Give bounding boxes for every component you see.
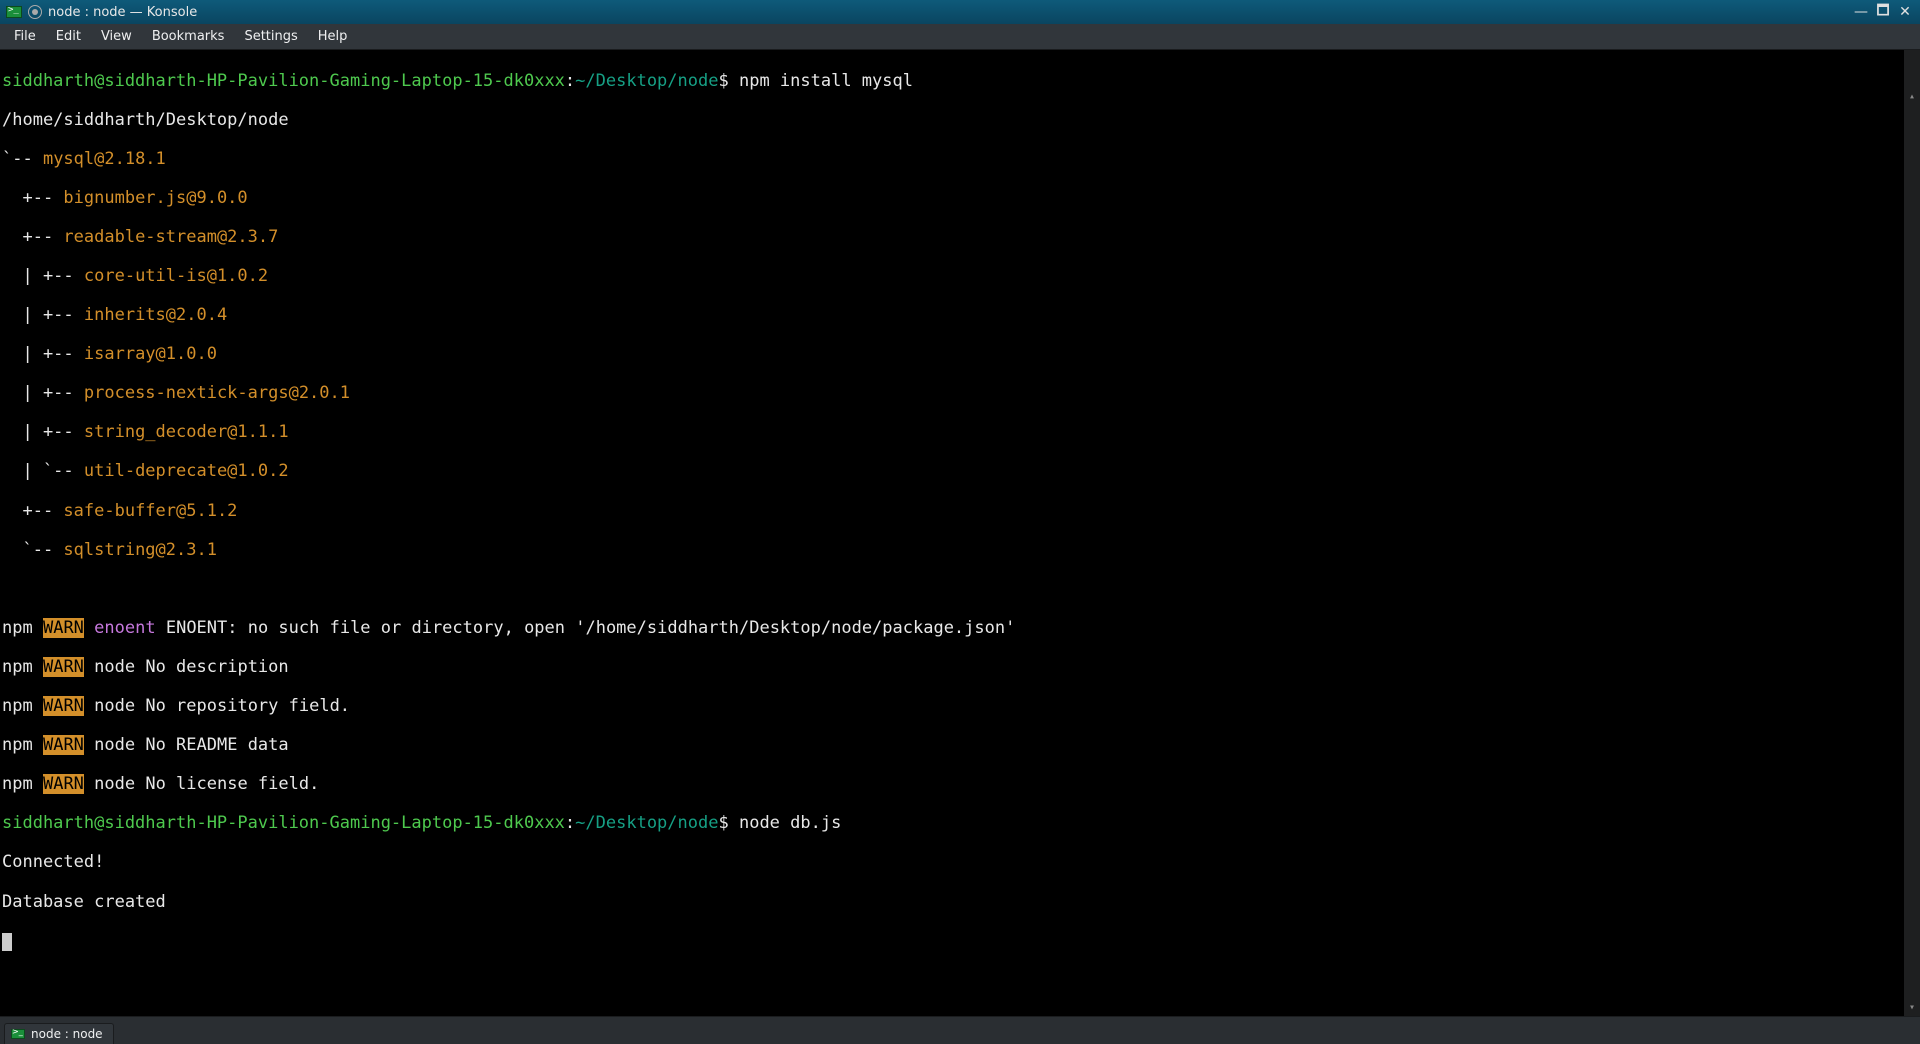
warn-line: npm WARN node No description (2, 658, 1916, 678)
menu-view[interactable]: View (91, 25, 142, 48)
terminal-line: siddharth@siddharth-HP-Pavilion-Gaming-L… (2, 72, 1916, 92)
prompt-symbol: $ (718, 71, 728, 91)
window-title: node : node — Konsole (48, 5, 197, 20)
prompt-user-host: siddharth@siddharth-HP-Pavilion-Gaming-L… (2, 71, 565, 91)
command-text: npm install mysql (739, 71, 913, 91)
warn-badge: WARN (43, 774, 84, 794)
tree-line: +-- bignumber.js@9.0.0 (2, 189, 1916, 209)
prompt-path: ~/Desktop/node (575, 71, 718, 91)
tree-line: | +-- string_decoder@1.1.1 (2, 423, 1916, 443)
menu-edit[interactable]: Edit (46, 25, 91, 48)
command-text: node db.js (739, 813, 841, 833)
window-titlebar: node : node — Konsole — 🗖 ✕ (0, 0, 1920, 24)
tab-label: node : node (31, 1027, 103, 1041)
tree-line: `-- mysql@2.18.1 (2, 150, 1916, 170)
warn-badge: WARN (43, 735, 84, 755)
cursor-line (2, 932, 1916, 952)
warn-badge: WARN (43, 696, 84, 716)
output-line: Connected! (2, 853, 1916, 873)
menu-bar: File Edit View Bookmarks Settings Help (0, 24, 1920, 50)
tree-line: `-- sqlstring@2.3.1 (2, 541, 1916, 561)
tree-line: +-- safe-buffer@5.1.2 (2, 502, 1916, 522)
cursor-icon (2, 933, 12, 951)
scroll-up-icon[interactable]: ▴ (1904, 89, 1920, 105)
scrollbar[interactable]: ▴ ▾ (1904, 50, 1920, 1016)
menu-file[interactable]: File (4, 25, 46, 48)
close-button[interactable]: ✕ (1896, 3, 1914, 21)
tab-bar: node : node (0, 1016, 1920, 1044)
warn-line: npm WARN node No README data (2, 736, 1916, 756)
tree-line: | +-- core-util-is@1.0.2 (2, 267, 1916, 287)
warn-line: npm WARN enoent ENOENT: no such file or … (2, 619, 1916, 639)
blank-line (2, 580, 1916, 600)
tree-line: | +-- inherits@2.0.4 (2, 306, 1916, 326)
scroll-down-icon[interactable]: ▾ (1904, 1000, 1920, 1016)
warn-line: npm WARN node No repository field. (2, 697, 1916, 717)
maximize-button[interactable]: 🗖 (1874, 3, 1892, 21)
warn-badge: WARN (43, 618, 84, 638)
tree-line: | +-- isarray@1.0.0 (2, 345, 1916, 365)
terminal-line: siddharth@siddharth-HP-Pavilion-Gaming-L… (2, 814, 1916, 834)
tree-line: +-- readable-stream@2.3.7 (2, 228, 1916, 248)
prompt-colon: : (565, 71, 575, 91)
minimize-button[interactable]: — (1852, 3, 1870, 21)
terminal-icon (11, 1029, 25, 1039)
tab-node[interactable]: node : node (4, 1023, 114, 1044)
tree-root: /home/siddharth/Desktop/node (2, 111, 1916, 131)
output-line: Database created (2, 893, 1916, 913)
warn-badge: WARN (43, 657, 84, 677)
tree-line: | +-- process-nextick-args@2.0.1 (2, 384, 1916, 404)
terminal-icon (6, 6, 22, 18)
menu-bookmarks[interactable]: Bookmarks (142, 25, 235, 48)
menu-settings[interactable]: Settings (234, 25, 307, 48)
prompt-user-host: siddharth@siddharth-HP-Pavilion-Gaming-L… (2, 813, 565, 833)
terminal-viewport[interactable]: siddharth@siddharth-HP-Pavilion-Gaming-L… (0, 50, 1920, 1016)
pin-icon[interactable] (28, 5, 42, 19)
warn-line: npm WARN node No license field. (2, 775, 1916, 795)
tree-line: | `-- util-deprecate@1.0.2 (2, 462, 1916, 482)
prompt-path: ~/Desktop/node (575, 813, 718, 833)
menu-help[interactable]: Help (308, 25, 358, 48)
